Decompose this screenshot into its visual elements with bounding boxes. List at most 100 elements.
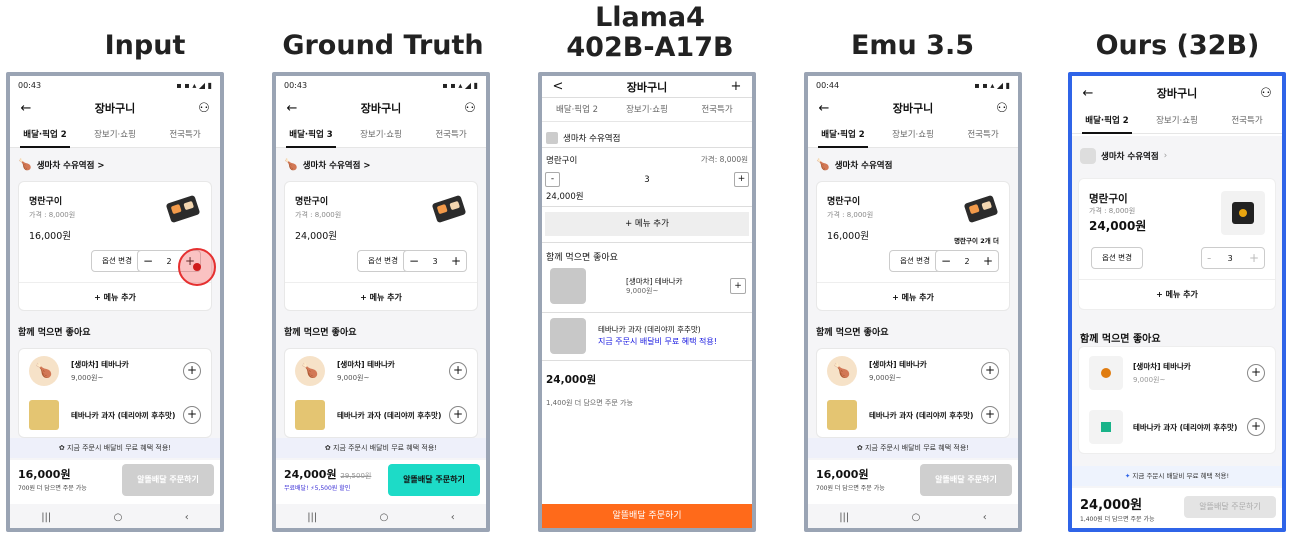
plus-icon[interactable]: + [728, 79, 744, 94]
add-item-icon[interactable]: + [730, 278, 746, 294]
home-icon[interactable]: ○ [380, 512, 389, 523]
option-change-button[interactable]: 옵션 변경 [889, 250, 941, 272]
quantity-stepper[interactable]: − 3 + [403, 250, 467, 272]
add-menu-button[interactable]: + 메뉴 추가 [19, 282, 211, 312]
store-link[interactable]: 🍗 생마차 수유역점 [808, 148, 1018, 181]
tab-shopping[interactable]: 장보기·쇼핑 [80, 122, 150, 147]
tab-shopping[interactable]: 장보기·쇼핑 [612, 98, 682, 121]
list-item[interactable]: 🍗 [생마차] 테바나카 9,000원~ + [817, 349, 1009, 393]
checkbox[interactable] [546, 131, 558, 144]
add-person-icon[interactable]: ⚇ [1258, 86, 1274, 101]
recommend-title: 함께 먹으면 좋아요 [284, 328, 357, 338]
food-thumbnail [1089, 356, 1123, 390]
tab-deals[interactable]: 전국특가 [150, 122, 220, 147]
tab-delivery[interactable]: 배달·픽업 2 [10, 122, 80, 148]
quantity-stepper[interactable]: - 3 + [1201, 247, 1265, 269]
add-person-icon[interactable]: ⚇ [196, 101, 212, 116]
tab-shopping[interactable]: 장보기·쇼핑 [1142, 108, 1212, 133]
app-bar: < 장바구니 + [542, 76, 752, 98]
promo-banner: ✿ 지금 주문시 배달비 무료 혜택 적용! [808, 438, 1018, 458]
back-icon[interactable]: ‹ [185, 512, 189, 523]
tab-delivery[interactable]: 배달·픽업 2 [542, 98, 612, 121]
order-button[interactable]: 알뜰배달 주문하기 [920, 464, 1012, 496]
minus-icon[interactable]: − [941, 254, 951, 268]
plus-icon[interactable]: + [983, 254, 993, 268]
home-icon[interactable]: ○ [912, 512, 921, 523]
add-menu-button[interactable]: + 메뉴 추가 [817, 282, 1009, 312]
list-item[interactable]: 테바나카 과자 (데리야끼 후추맛) + [817, 393, 1009, 437]
recent-apps-icon[interactable]: ||| [307, 512, 317, 523]
back-icon[interactable]: < [550, 79, 566, 94]
add-item-icon[interactable]: + [981, 362, 999, 380]
rec-name: 테바나카 과자 (데리야끼 후추맛) [1133, 422, 1238, 432]
back-icon[interactable]: ‹ [451, 512, 455, 523]
food-thumbnail: 🍗 [827, 356, 857, 386]
back-arrow-icon[interactable]: ← [1080, 86, 1096, 101]
recent-apps-icon[interactable]: ||| [41, 512, 51, 523]
tab-bar: 배달·픽업 3 장보기·쇼핑 전국특가 [276, 122, 486, 148]
add-item-icon[interactable]: + [449, 406, 467, 424]
plus-icon[interactable]: + [451, 254, 461, 268]
tap-indicator [178, 248, 216, 286]
add-item-icon[interactable]: + [1247, 364, 1265, 382]
minus-icon[interactable]: - [1207, 251, 1211, 265]
tab-deals[interactable]: 전국특가 [416, 122, 486, 147]
plus-button[interactable]: + [734, 172, 749, 187]
minus-icon[interactable]: − [409, 254, 419, 268]
add-menu-button[interactable]: + 메뉴 추가 [285, 282, 477, 312]
promo-text: 지금 주문시 배달비 무료 혜택 적용! [1132, 472, 1230, 480]
add-item-icon[interactable]: + [449, 362, 467, 380]
header-ours: Ours (32B) [1095, 30, 1260, 61]
tab-deals[interactable]: 전국특가 [1212, 108, 1282, 133]
minus-icon[interactable]: − [143, 254, 153, 268]
order-button[interactable]: 알뜰배달 주문하기 [542, 504, 752, 528]
store-row[interactable]: 생마차 수유역점 [542, 128, 752, 148]
option-change-button[interactable]: 옵션 변경 [1091, 247, 1143, 269]
add-menu-button[interactable]: + 메뉴 추가 [545, 212, 749, 236]
add-person-icon[interactable]: ⚇ [462, 101, 478, 116]
back-arrow-icon[interactable]: ← [284, 101, 300, 116]
footer-note: 무료배달! ⚡5,500원 할인 [284, 485, 351, 492]
tab-delivery[interactable]: 배달·픽업 2 [808, 122, 878, 148]
plus-icon[interactable]: + [1249, 251, 1259, 265]
add-person-icon[interactable]: ⚇ [994, 101, 1010, 116]
back-arrow-icon[interactable]: ← [18, 101, 34, 116]
tab-shopping[interactable]: 장보기·쇼핑 [346, 122, 416, 147]
list-item[interactable]: [생마차] 테바나카 9,000원~ + [1079, 351, 1275, 395]
list-item[interactable]: 테바나카 과자 (데리야끼 후추맛) + [285, 393, 477, 437]
add-item-icon[interactable]: + [981, 406, 999, 424]
store-link[interactable]: 🍗 생마차 수유역점 > [276, 148, 486, 181]
list-item[interactable]: 테바나카 과자 (데리야끼 후추맛) + [1079, 405, 1275, 449]
footer-note: 700원 더 담으면 주문 가능 [18, 485, 87, 492]
store-link[interactable]: 생마차 수유역점 › [1072, 136, 1282, 174]
tab-shopping[interactable]: 장보기·쇼핑 [878, 122, 948, 147]
add-menu-button[interactable]: + 메뉴 추가 [1079, 279, 1275, 309]
tab-deals[interactable]: 전국특가 [948, 122, 1018, 147]
quantity-stepper[interactable]: − 2 + [935, 250, 999, 272]
list-item[interactable]: 🍗 [생마차] 테바나카 9,000원~ + [285, 349, 477, 393]
tab-deals[interactable]: 전국특가 [682, 98, 752, 121]
snack-thumbnail [1089, 410, 1123, 444]
tab-delivery[interactable]: 배달·픽업 2 [1072, 108, 1142, 134]
store-link[interactable]: 🍗 생마차 수유역점 > [10, 148, 220, 181]
divider [542, 206, 752, 207]
option-change-button[interactable]: 옵션 변경 [357, 250, 409, 272]
item-name: 명란구이 [29, 197, 63, 207]
option-change-button[interactable]: 옵션 변경 [91, 250, 143, 272]
recent-apps-icon[interactable]: ||| [839, 512, 849, 523]
add-item-icon[interactable]: + [183, 362, 201, 380]
order-button[interactable]: 알뜰배달 주문하기 [1184, 496, 1276, 518]
back-arrow-icon[interactable]: ← [816, 101, 832, 116]
list-item[interactable]: 🍗 [생마차] 테바나카 9,000원~ + [19, 349, 211, 393]
tab-delivery[interactable]: 배달·픽업 3 [276, 122, 346, 148]
add-item-icon[interactable]: + [1247, 418, 1265, 436]
back-icon[interactable]: ‹ [983, 512, 987, 523]
order-button[interactable]: 알뜰배달 주문하기 [122, 464, 214, 496]
rec-price: 9,000원~ [337, 374, 370, 382]
add-item-icon[interactable]: + [183, 406, 201, 424]
order-button[interactable]: 알뜰배달 주문하기 [388, 464, 480, 496]
store-name: 생마차 수유역점 > [36, 160, 105, 171]
list-item[interactable]: 테바나카 과자 (데리야끼 후추맛) + [19, 393, 211, 437]
home-icon[interactable]: ○ [114, 512, 123, 523]
item-total: 24,000원 [546, 192, 584, 202]
